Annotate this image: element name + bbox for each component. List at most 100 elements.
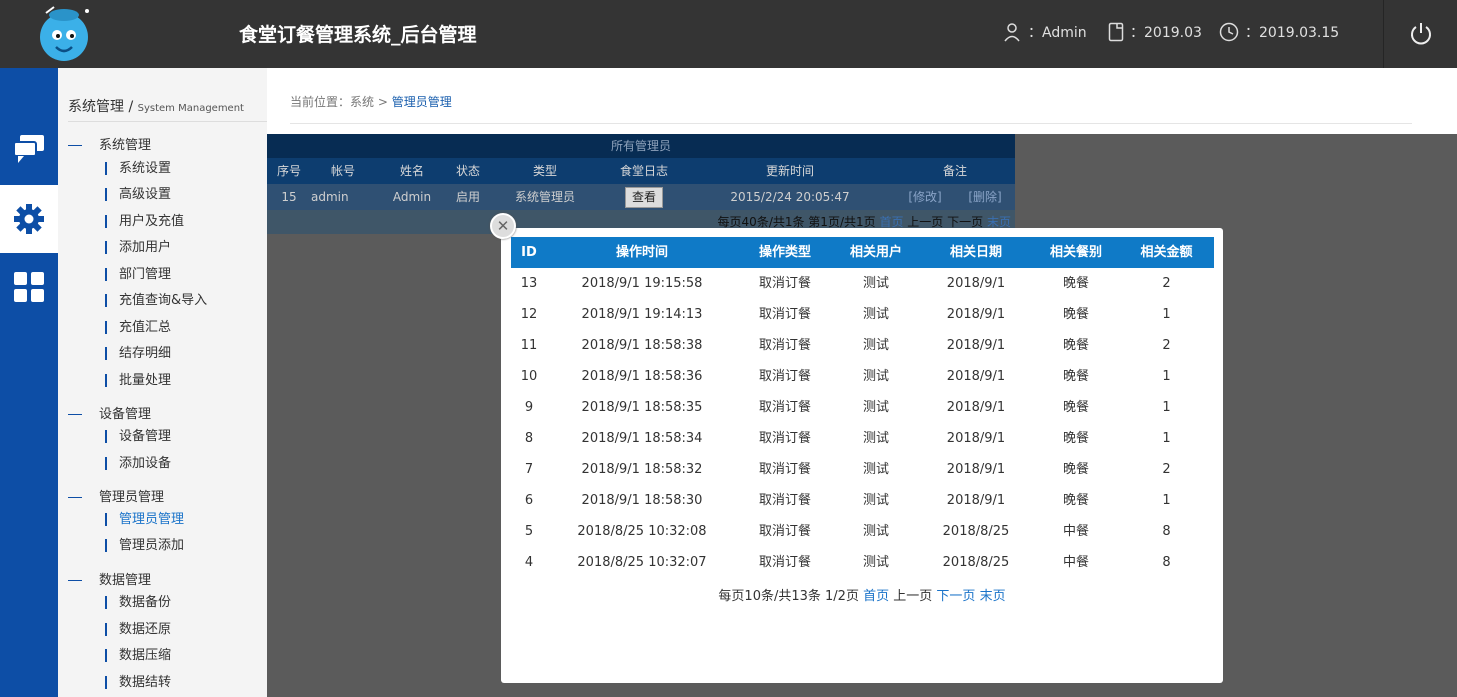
delete-link[interactable]: [删除] [955,184,1015,210]
sidebar-item-carryover[interactable]: 数据结转 [105,674,171,692]
cell-meal: 晚餐 [1062,462,1089,477]
nav-messages[interactable] [0,115,58,183]
view-log-button[interactable]: 查看 [624,187,663,208]
sidebar-group-devices[interactable]: 设备管理 [68,403,151,422]
pager-last[interactable]: 末页 [987,215,1011,229]
sidebar-group-data[interactable]: 数据管理 [68,569,151,588]
cell-time: 2018/9/1 18:58:32 [581,462,703,477]
cell-date: 2018/9/1 [946,307,1006,322]
cell-type: 取消订餐 [758,431,811,446]
cell-date: 2018/8/25 [942,555,1010,570]
breadcrumb: 当前位置：系统 > 管理员管理 [290,95,452,109]
nav-apps[interactable] [0,253,58,321]
pager-prev[interactable]: 上一页 [907,215,943,229]
pager-first[interactable]: 首页 [879,215,903,229]
sidebar-item-recharge-summary[interactable]: 充值汇总 [105,319,171,337]
cell-amount: 1 [1162,493,1171,508]
cell-type: 取消订餐 [758,493,811,508]
cell-time: 2018/9/1 19:15:58 [581,276,703,291]
log-dialog: ID 操作时间 操作类型 相关用户 相关日期 相关餐别 相关金额 13 2018/… [501,228,1223,683]
sidebar-item-backup[interactable]: 数据备份 [105,594,171,612]
cell-type: 取消订餐 [758,555,811,570]
cell-meal: 晚餐 [1062,307,1089,322]
cell-time: 2018/9/1 18:58:38 [581,338,703,353]
sidebar-item-add-device[interactable]: 添加设备 [105,455,171,473]
cell-meal: 晚餐 [1062,276,1089,291]
sidebar-item-add-user[interactable]: 添加用户 [105,239,171,257]
close-dialog-button[interactable]: ✕ [490,213,516,239]
breadcrumb-current[interactable]: 管理员管理 [392,95,452,109]
gear-icon [14,204,44,234]
pager-next[interactable]: 下一页 [947,215,983,229]
table-row: 9 2018/9/1 18:58:35 取消订餐 测试 2018/9/1 晚餐 1 [511,392,1214,423]
cell-meal: 晚餐 [1062,369,1089,384]
sidebar-item-restore[interactable]: 数据还原 [105,621,171,639]
cell-id: 5 [524,524,534,539]
divider [68,121,267,122]
pager-last[interactable]: 末页 [980,589,1006,604]
top-bar: 食堂订餐管理系统_后台管理 ：Admin ：2019.03 ：2019.03.1… [0,0,1457,68]
clock-icon [1219,22,1239,42]
cell-user: 测试 [862,555,889,570]
table-header: 序号 帐号 姓名 状态 类型 食堂日志 更新时间 备注 [267,158,1015,184]
cell-user: 测试 [862,400,889,415]
sidebar-item-compress[interactable]: 数据压缩 [105,647,171,665]
sidebar-item-advanced-settings[interactable]: 高级设置 [105,186,171,204]
table-row: 7 2018/9/1 18:58:32 取消订餐 测试 2018/9/1 晚餐 2 [511,454,1214,485]
sidebar-item-device-manage[interactable]: 设备管理 [105,428,171,446]
cell-id: 12 [520,307,538,322]
cell-meal: 晚餐 [1062,431,1089,446]
cell-meal: 晚餐 [1062,400,1089,415]
pager-first[interactable]: 首页 [863,589,889,604]
cell-id: 9 [524,400,534,415]
cell-type: 取消订餐 [758,338,811,353]
sidebar-item-departments[interactable]: 部门管理 [105,266,171,284]
pager-next[interactable]: 下一页 [936,589,975,604]
app-title: 食堂订餐管理系统_后台管理 [239,24,477,46]
chat-icon [13,135,44,163]
document-icon [1108,22,1124,42]
sidebar-title: 系统管理 / System Management [68,99,244,115]
cell-time: 2018/9/1 18:58:35 [581,400,703,415]
cell-date: 2018/9/1 [946,431,1006,446]
sidebar-item-batch[interactable]: 批量处理 [105,372,171,390]
cell-type: 取消订餐 [758,276,811,291]
sidebar-item-balance-detail[interactable]: 结存明细 [105,345,171,363]
cell-id: 8 [524,431,534,446]
table-row: 11 2018/9/1 18:58:38 取消订餐 测试 2018/9/1 晚餐 2 [511,330,1214,361]
main-nav [0,68,58,697]
cell-id: 10 [520,369,538,384]
month-value: ：2019.03 [1130,25,1202,41]
cell-type: 取消订餐 [758,462,811,477]
sidebar-item-admin-manage[interactable]: 管理员管理 [105,511,184,529]
user-icon [1004,23,1020,42]
sidebar-item-users-recharge[interactable]: 用户及充值 [105,213,184,231]
cell-user: 测试 [862,493,889,508]
cell-user: 测试 [862,276,889,291]
sidebar-group-admins[interactable]: 管理员管理 [68,486,164,505]
cell-meal: 中餐 [1062,524,1089,539]
table-row: 5 2018/8/25 10:32:08 取消订餐 测试 2018/8/25 中餐 8 [511,516,1214,547]
table-title: 所有管理员 [267,134,1015,158]
table-row: 10 2018/9/1 18:58:36 取消订餐 测试 2018/9/1 晚餐 1 [511,361,1214,392]
cell-amount: 2 [1162,276,1171,291]
divider [290,123,1412,124]
content-header: 当前位置：系统 > 管理员管理 [267,68,1457,134]
sidebar-item-recharge-query[interactable]: 充值查询&导入 [105,292,207,310]
sidebar-item-admin-add[interactable]: 管理员添加 [105,537,184,555]
logo [36,5,92,63]
user-name: ：Admin [1028,25,1087,41]
sidebar-item-system-settings[interactable]: 系统设置 [105,160,171,178]
grid-icon [14,272,44,302]
log-rows: 13 2018/9/1 19:15:58 取消订餐 测试 2018/9/1 晚餐 2 12 20… [511,268,1214,578]
pager-prev[interactable]: 上一页 [893,589,932,604]
edit-link[interactable]: [修改] [895,184,955,210]
cell-amount: 8 [1162,555,1171,570]
cell-meal: 中餐 [1062,555,1089,570]
sidebar-group-system[interactable]: 系统管理 [68,134,151,153]
cell-date: 2018/9/1 [946,338,1006,353]
cell-amount: 2 [1162,462,1171,477]
cell-type: 取消订餐 [758,400,811,415]
nav-settings[interactable] [0,185,58,253]
logout-button[interactable] [1383,0,1457,68]
